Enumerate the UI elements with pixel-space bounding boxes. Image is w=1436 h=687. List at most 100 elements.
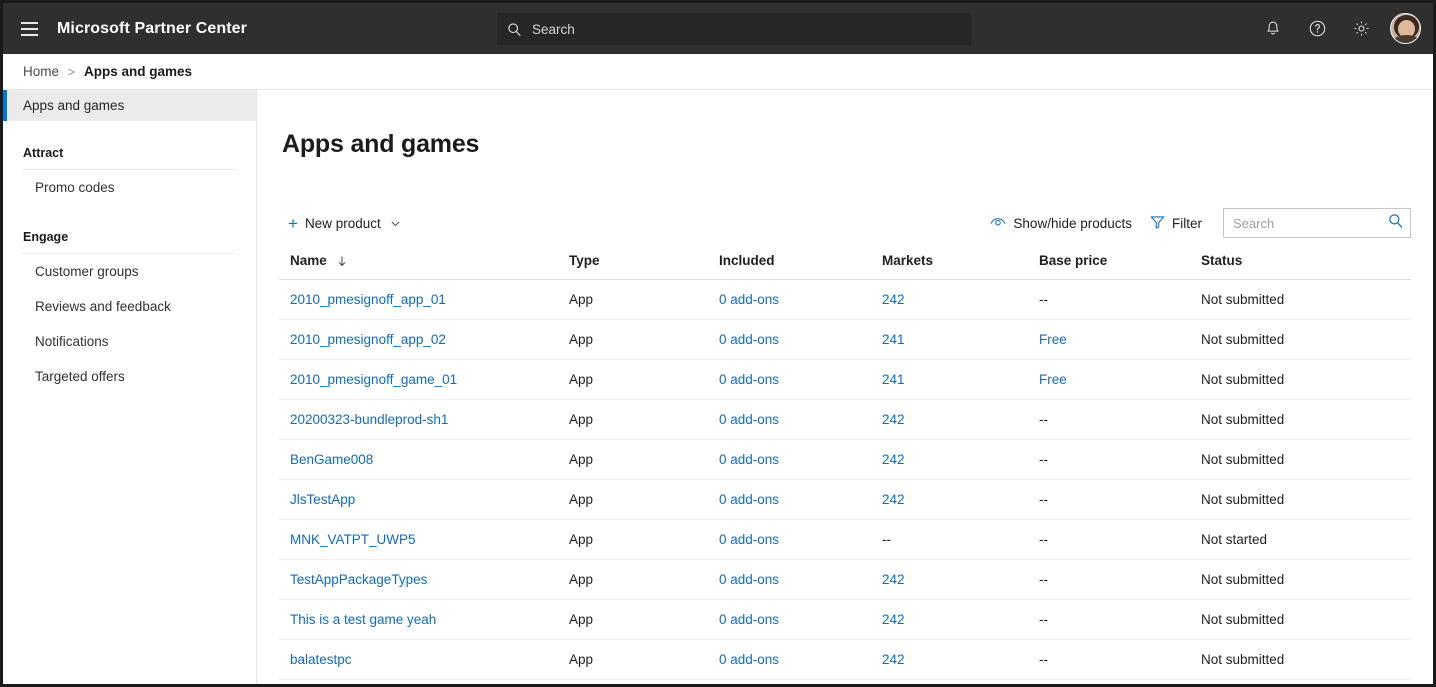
cell-markets[interactable]: 242: [882, 479, 1039, 520]
sidebar-item-notifications[interactable]: Notifications: [3, 324, 256, 359]
cell-base-price[interactable]: Free: [1039, 359, 1201, 400]
cell-product-name-link[interactable]: 2010_pmesignoff_app_02: [290, 332, 446, 347]
cell-included[interactable]: 0 add-ons: [719, 599, 882, 640]
cell-product-name[interactable]: TestAppPackageTypes: [279, 559, 569, 600]
cell-product-name[interactable]: balatestpc: [279, 639, 569, 680]
cell-included-link[interactable]: 0 add-ons: [719, 292, 779, 307]
sidebar-item-apps-and-games[interactable]: Apps and games: [3, 90, 256, 121]
cell-included[interactable]: 0 add-ons: [719, 519, 882, 560]
table-row: 20200323-bundleprod-sh1 App 0 add-ons 242 --…: [279, 399, 1411, 440]
cell-included-link[interactable]: 0 add-ons: [719, 452, 779, 467]
sidebar-item-promo-codes[interactable]: Promo codes: [3, 170, 256, 205]
cell-included-link[interactable]: 0 add-ons: [719, 492, 779, 507]
bell-icon[interactable]: [1252, 7, 1294, 51]
help-circle-icon[interactable]: [1296, 7, 1338, 51]
cell-product-name[interactable]: This is a test game yeah: [279, 599, 569, 640]
cell-markets-link[interactable]: 242: [882, 572, 905, 587]
cell-product-name-link[interactable]: 2010_pmesignoff_game_01: [290, 372, 457, 387]
cell-product-name-link[interactable]: balatestpc: [290, 652, 352, 667]
cell-included[interactable]: 0 add-ons: [719, 439, 882, 480]
cell-markets[interactable]: 242: [882, 679, 1039, 684]
cell-product-name[interactable]: MNK_VATPT_UWP5: [279, 519, 569, 560]
cell-markets[interactable]: 242: [882, 439, 1039, 480]
cell-product-name[interactable]: 2010_pmesignoff_app_01: [279, 279, 569, 320]
cell-included[interactable]: 0 add-ons: [719, 399, 882, 440]
cell-product-name[interactable]: 2010_pmesignoff_app_02: [279, 319, 569, 360]
cell-product-name-link[interactable]: This is a test game yeah: [290, 612, 436, 627]
cell-base-price-link[interactable]: Free: [1039, 372, 1067, 387]
cell-markets-link[interactable]: 241: [882, 332, 905, 347]
cell-included[interactable]: 0 add-ons: [719, 559, 882, 600]
cell-included[interactable]: 0 add-ons: [719, 359, 882, 400]
breadcrumb-home[interactable]: Home: [23, 64, 59, 79]
cell-base-price: --: [1039, 559, 1201, 600]
cell-included[interactable]: 0 add-ons: [719, 479, 882, 520]
cell-markets-link[interactable]: 242: [882, 492, 905, 507]
cell-product-name-link[interactable]: 20200323-bundleprod-sh1: [290, 412, 448, 427]
cell-markets-link[interactable]: 242: [882, 612, 905, 627]
global-search-input[interactable]: Search: [497, 13, 971, 45]
cell-base-price-link[interactable]: Free: [1039, 332, 1067, 347]
sidebar-item-customer-groups[interactable]: Customer groups: [3, 254, 256, 289]
cell-markets-link[interactable]: 242: [882, 292, 905, 307]
cell-included[interactable]: 0 add-ons: [719, 279, 882, 320]
cell-markets[interactable]: 241: [882, 359, 1039, 400]
command-bar-left: + New product: [279, 207, 410, 239]
cell-product-name[interactable]: 2010_pmesignoff_game_01: [279, 359, 569, 400]
cell-product-name[interactable]: BenGame008: [279, 439, 569, 480]
cell-product-name-link[interactable]: TestAppPackageTypes: [290, 572, 427, 587]
avatar[interactable]: [1390, 13, 1421, 44]
cell-included-link[interactable]: 0 add-ons: [719, 372, 779, 387]
cell-included-link[interactable]: 0 add-ons: [719, 652, 779, 667]
column-header-base-price[interactable]: Base price: [1039, 247, 1201, 280]
cell-markets[interactable]: 241: [882, 319, 1039, 360]
search-icon[interactable]: [1388, 213, 1404, 234]
cell-markets[interactable]: 242: [882, 559, 1039, 600]
new-product-button[interactable]: + New product: [279, 207, 410, 239]
cell-markets[interactable]: 242: [882, 279, 1039, 320]
sidebar-item-targeted-offers[interactable]: Targeted offers: [3, 359, 256, 394]
cell-included-link[interactable]: 0 add-ons: [719, 532, 779, 547]
cell-included-link[interactable]: 0 add-ons: [719, 412, 779, 427]
sidebar-group-title: Engage: [23, 230, 69, 244]
cell-product-name[interactable]: 20200323-bundleprod-sh1: [279, 399, 569, 440]
gear-icon[interactable]: [1340, 7, 1382, 51]
products-table: Name Type Included Markets Base price St…: [279, 247, 1411, 684]
sidebar-group-engage: Engage Customer groups Reviews and feedb…: [3, 228, 256, 394]
filter-button[interactable]: Filter: [1141, 207, 1211, 239]
cell-status: Not submitted: [1201, 479, 1411, 520]
column-header-status[interactable]: Status: [1201, 247, 1411, 280]
cell-included[interactable]: 0 add-ons: [719, 679, 882, 684]
main-content: Apps and games + New product Show/hide p…: [257, 90, 1433, 684]
cell-markets-link[interactable]: 242: [882, 452, 905, 467]
cell-included-link[interactable]: 0 add-ons: [719, 612, 779, 627]
cell-product-name[interactable]: JlsTestApp: [279, 479, 569, 520]
cell-product-name-link[interactable]: 2010_pmesignoff_app_01: [290, 292, 446, 307]
table-search-input[interactable]: Search: [1223, 208, 1411, 238]
cell-included[interactable]: 0 add-ons: [719, 639, 882, 680]
hamburger-icon[interactable]: [5, 5, 53, 53]
cell-included-link[interactable]: 0 add-ons: [719, 572, 779, 587]
cell-included-link[interactable]: 0 add-ons: [719, 332, 779, 347]
cell-product-name[interactable]: dmsApp: [279, 679, 569, 684]
column-header-name[interactable]: Name: [279, 247, 569, 280]
cell-base-price[interactable]: Free: [1039, 319, 1201, 360]
filter-label: Filter: [1172, 215, 1202, 231]
cell-product-name-link[interactable]: BenGame008: [290, 452, 373, 467]
cell-markets-link[interactable]: 241: [882, 372, 905, 387]
show-hide-products-button[interactable]: Show/hide products: [981, 207, 1141, 239]
cell-product-name-link[interactable]: JlsTestApp: [290, 492, 355, 507]
cell-markets[interactable]: 242: [882, 399, 1039, 440]
sidebar-item-reviews-and-feedback[interactable]: Reviews and feedback: [3, 289, 256, 324]
cell-base-price: --: [1039, 639, 1201, 680]
cell-markets-link[interactable]: 242: [882, 652, 905, 667]
column-header-included[interactable]: Included: [719, 247, 882, 280]
cell-markets-link[interactable]: 242: [882, 412, 905, 427]
cell-markets[interactable]: 242: [882, 639, 1039, 680]
column-header-type[interactable]: Type: [569, 247, 719, 280]
cell-included[interactable]: 0 add-ons: [719, 319, 882, 360]
cell-product-name-link[interactable]: MNK_VATPT_UWP5: [290, 532, 416, 547]
table-row: This is a test game yeah App 0 add-ons 242 -…: [279, 599, 1411, 640]
cell-markets[interactable]: 242: [882, 599, 1039, 640]
column-header-markets[interactable]: Markets: [882, 247, 1039, 280]
